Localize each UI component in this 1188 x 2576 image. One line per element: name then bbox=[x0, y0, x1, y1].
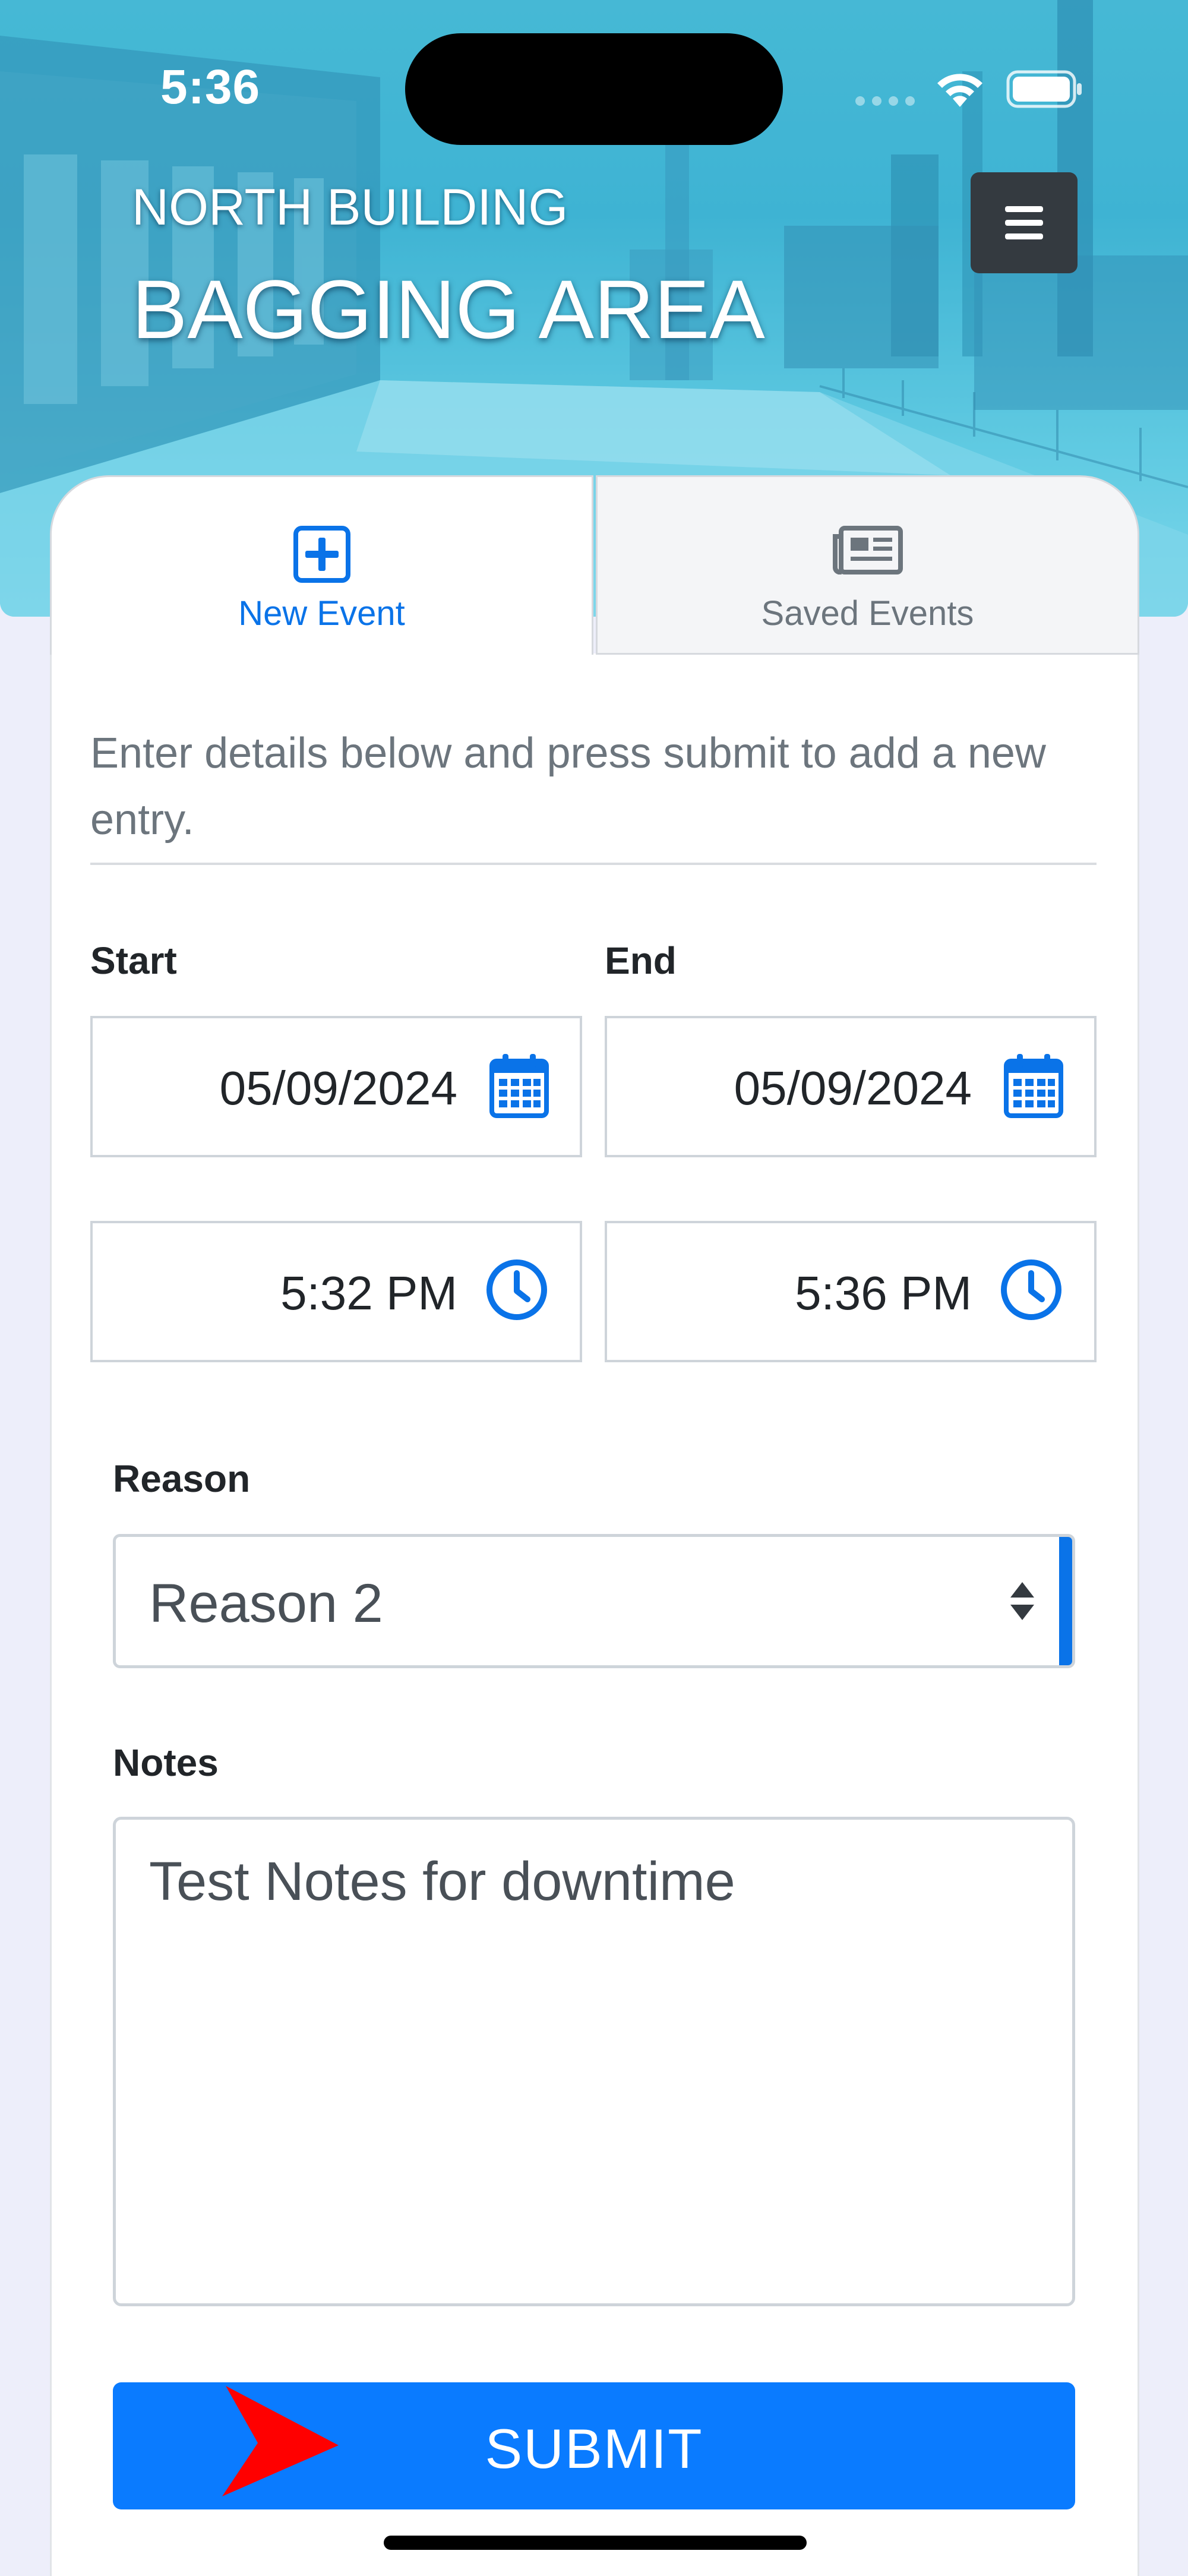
calendar-icon bbox=[489, 1054, 549, 1118]
battery-icon bbox=[1006, 70, 1082, 108]
reason-label: Reason bbox=[113, 1457, 251, 1500]
calendar-icon bbox=[1004, 1054, 1063, 1118]
intro-text: Enter details below and press submit to … bbox=[90, 730, 1046, 844]
end-time-input[interactable]: 5:36 PM bbox=[605, 1221, 1097, 1362]
home-indicator bbox=[384, 2536, 807, 2550]
menu-button[interactable] bbox=[971, 172, 1078, 273]
plus-square-icon bbox=[293, 526, 350, 583]
reason-select[interactable]: Reason 2 bbox=[113, 1534, 1075, 1668]
newspaper-icon bbox=[832, 526, 903, 574]
start-date-input[interactable]: 05/09/2024 bbox=[90, 1016, 582, 1157]
tab-new-event[interactable]: New Event bbox=[50, 475, 593, 655]
building-subtitle: NORTH BUILDING bbox=[132, 179, 568, 236]
tab-saved-events-label: Saved Events bbox=[761, 594, 974, 633]
reason-select-value: Reason 2 bbox=[149, 1573, 383, 1634]
notes-value: Test Notes for downtime bbox=[149, 1851, 735, 1912]
end-date-value: 05/09/2024 bbox=[734, 1062, 972, 1115]
clock-icon bbox=[486, 1259, 547, 1320]
end-date-input[interactable]: 05/09/2024 bbox=[605, 1016, 1097, 1157]
start-time-input[interactable]: 5:32 PM bbox=[90, 1221, 582, 1362]
end-label: End bbox=[605, 939, 677, 982]
notes-label: Notes bbox=[113, 1741, 219, 1784]
tab-saved-events[interactable]: Saved Events bbox=[596, 475, 1139, 655]
end-time-value: 5:36 PM bbox=[795, 1267, 972, 1319]
tab-new-event-label: New Event bbox=[238, 594, 405, 633]
select-sort-icon bbox=[1010, 1582, 1034, 1620]
dynamic-island bbox=[405, 33, 783, 145]
area-title: BAGGING AREA bbox=[132, 263, 765, 356]
red-pointer-arrow-icon bbox=[222, 2386, 339, 2496]
divider bbox=[90, 863, 1097, 865]
start-label: Start bbox=[90, 939, 177, 982]
select-focus-accent bbox=[1059, 1537, 1072, 1665]
hamburger-menu-icon bbox=[1005, 206, 1043, 239]
status-bar-time: 5:36 bbox=[160, 60, 261, 114]
clock-icon bbox=[1001, 1259, 1061, 1320]
wifi-icon bbox=[937, 74, 982, 107]
start-date-value: 05/09/2024 bbox=[219, 1062, 457, 1115]
cellular-signal-icon bbox=[855, 96, 915, 106]
start-time-value: 5:32 PM bbox=[280, 1267, 457, 1319]
notes-textarea[interactable]: Test Notes for downtime bbox=[113, 1817, 1075, 2306]
